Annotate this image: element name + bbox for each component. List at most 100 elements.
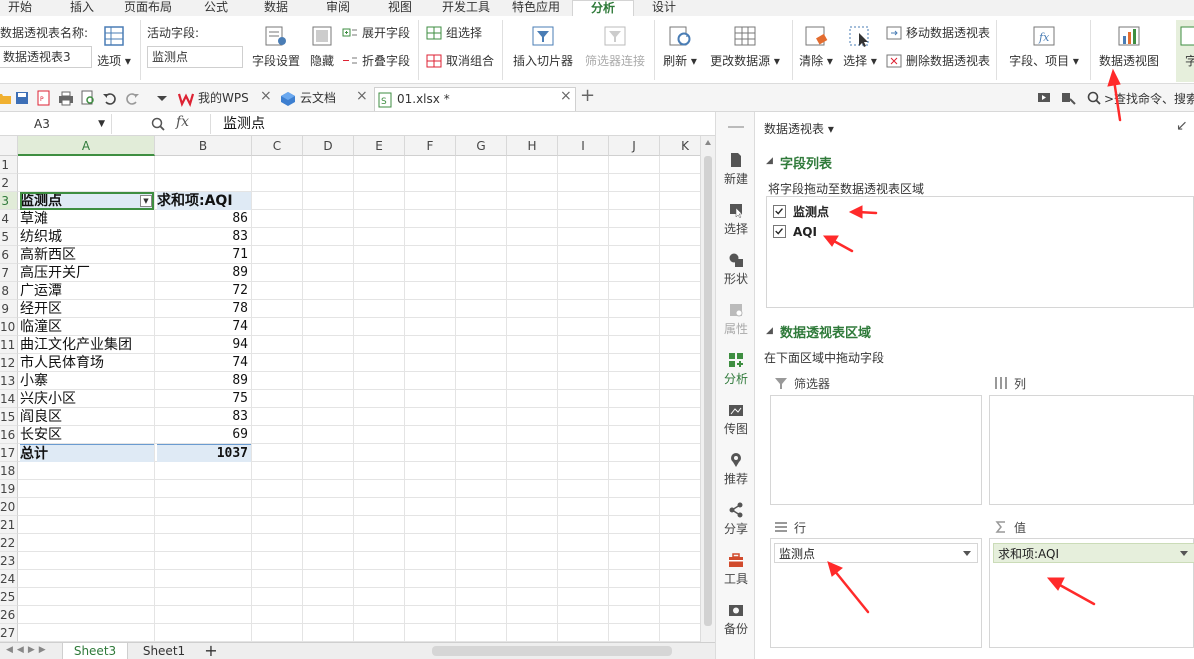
- sheet-tab-sheet1[interactable]: Sheet1: [132, 643, 196, 659]
- section-collapse-icon[interactable]: ◢: [766, 326, 773, 336]
- pivot-row-label[interactable]: 草滩: [20, 210, 154, 228]
- row-header[interactable]: 19: [0, 480, 18, 498]
- new-tab-icon[interactable]: +: [580, 85, 595, 106]
- dock-analyze[interactable]: 分析: [716, 352, 756, 387]
- refresh-button[interactable]: 刷新 ▾: [660, 24, 700, 80]
- pivot-value-cell[interactable]: 86: [157, 210, 251, 228]
- tab-special[interactable]: 特色应用: [506, 0, 566, 16]
- close-tab-icon[interactable]: ×: [260, 88, 272, 104]
- pivot-row-label[interactable]: 曲江文化产业集团: [20, 336, 154, 354]
- tab-insert[interactable]: 插入: [62, 0, 102, 16]
- move-pivot-button[interactable]: 移动数据透视表: [886, 24, 990, 42]
- pivot-row-label[interactable]: 临潼区: [20, 318, 154, 336]
- pivot-row-label[interactable]: 高压开关厂: [20, 264, 154, 282]
- row-header[interactable]: 10: [0, 318, 18, 336]
- dock-properties[interactable]: 属性: [716, 302, 756, 337]
- insert-function-button[interactable]: fx: [176, 114, 189, 130]
- chevron-down-icon[interactable]: [1180, 551, 1188, 556]
- column-header[interactable]: E: [354, 136, 405, 156]
- filter-drop-area[interactable]: [770, 395, 982, 505]
- row-drop-area[interactable]: 监测点: [770, 538, 982, 648]
- tab-data[interactable]: 数据: [256, 0, 296, 16]
- field-settings-button[interactable]: 字段设置: [250, 24, 302, 80]
- open-folder-icon[interactable]: [0, 90, 12, 106]
- pivot-row-label[interactable]: 长安区: [20, 426, 154, 444]
- column-header[interactable]: G: [456, 136, 507, 156]
- print-icon[interactable]: [58, 90, 74, 106]
- export-pdf-icon[interactable]: P: [36, 90, 52, 106]
- field-list-button[interactable]: 字: [1176, 20, 1194, 82]
- tab-page-layout[interactable]: 页面布局: [118, 0, 178, 16]
- scrollbar-thumb[interactable]: [704, 156, 712, 626]
- vertical-scrollbar[interactable]: [700, 136, 715, 642]
- field-item-aqi[interactable]: AQI: [773, 223, 817, 241]
- row-header[interactable]: 20: [0, 498, 18, 516]
- row-header[interactable]: 23: [0, 552, 18, 570]
- row-header[interactable]: 4: [0, 210, 18, 228]
- column-header[interactable]: J: [609, 136, 660, 156]
- row-header[interactable]: 5: [0, 228, 18, 246]
- row-header[interactable]: 12: [0, 354, 18, 372]
- dock-backup[interactable]: 备份: [716, 602, 756, 637]
- save-icon[interactable]: [14, 90, 30, 106]
- filter-dropdown-icon[interactable]: ▼: [140, 195, 152, 207]
- pivot-row-label-header[interactable]: 监测点 ▼: [20, 192, 154, 210]
- tab-developer[interactable]: 开发工具: [436, 0, 496, 16]
- tab-review[interactable]: 审阅: [318, 0, 358, 16]
- undo-icon[interactable]: [102, 90, 118, 106]
- section-collapse-icon[interactable]: ◢: [766, 156, 773, 166]
- pivot-value-cell[interactable]: 75: [157, 390, 251, 408]
- pivot-value-cell[interactable]: 78: [157, 300, 251, 318]
- column-header[interactable]: F: [405, 136, 456, 156]
- expand-field-button[interactable]: 展开字段: [342, 24, 410, 42]
- row-header[interactable]: 9: [0, 300, 18, 318]
- tab-design[interactable]: 设计: [642, 0, 686, 16]
- tab-cloud-doc[interactable]: 云文档: [278, 87, 368, 111]
- pivot-row-label[interactable]: 市人民体育场: [20, 354, 154, 372]
- select-button[interactable]: 选择 ▾: [840, 24, 880, 80]
- row-header[interactable]: 21: [0, 516, 18, 534]
- filter-connections-button[interactable]: 筛选器连接: [582, 24, 648, 80]
- pivot-row-label[interactable]: 高新西区: [20, 246, 154, 264]
- pivot-row-label[interactable]: 小寨: [20, 372, 154, 390]
- dock-share[interactable]: 分享: [716, 502, 756, 537]
- column-header[interactable]: K: [660, 136, 700, 156]
- sheet-tab-sheet3[interactable]: Sheet3: [62, 643, 128, 659]
- print-preview-icon[interactable]: [80, 90, 96, 106]
- pivot-grand-total-value[interactable]: 1037: [157, 444, 251, 462]
- close-tab-icon[interactable]: ×: [560, 88, 572, 104]
- value-field-chip[interactable]: 求和项:AQI: [993, 543, 1194, 563]
- clear-button[interactable]: 清除 ▾: [796, 24, 836, 80]
- row-header[interactable]: 15: [0, 408, 18, 426]
- formula-input[interactable]: 监测点: [210, 114, 710, 134]
- pivot-chart-button[interactable]: 数据透视图: [1096, 24, 1162, 80]
- column-header[interactable]: A: [18, 136, 155, 156]
- pane-collapse-icon[interactable]: ↙: [1176, 118, 1188, 134]
- pivot-row-label[interactable]: 兴庆小区: [20, 390, 154, 408]
- row-header[interactable]: 13: [0, 372, 18, 390]
- pivot-grand-total-label[interactable]: 总计: [20, 444, 154, 462]
- options-button[interactable]: 选项 ▾: [96, 24, 132, 80]
- add-sheet-button[interactable]: +: [200, 643, 222, 659]
- pivot-value-header[interactable]: 求和项:AQI: [157, 192, 251, 210]
- name-box[interactable]: A3 ▼: [0, 114, 112, 134]
- dock-upload-image[interactable]: 传图: [716, 402, 756, 437]
- pivot-row-label[interactable]: 纺织城: [20, 228, 154, 246]
- redo-icon[interactable]: [124, 90, 140, 106]
- pivot-value-cell[interactable]: 83: [157, 228, 251, 246]
- close-tab-icon[interactable]: ×: [356, 88, 368, 104]
- tools-icon[interactable]: [1060, 90, 1076, 106]
- row-header[interactable]: 2: [0, 174, 18, 192]
- row-header[interactable]: 1: [0, 156, 18, 174]
- column-header[interactable]: B: [155, 136, 252, 156]
- delete-pivot-button[interactable]: 删除数据透视表: [886, 52, 990, 70]
- horizontal-scrollbar[interactable]: [432, 646, 672, 656]
- tab-view[interactable]: 视图: [380, 0, 420, 16]
- pivot-value-cell[interactable]: 74: [157, 318, 251, 336]
- pivot-value-cell[interactable]: 89: [157, 264, 251, 282]
- dock-recommend[interactable]: 推荐: [716, 452, 756, 487]
- checkbox-aqi[interactable]: [773, 225, 786, 238]
- pivot-row-label[interactable]: 阎良区: [20, 408, 154, 426]
- dock-new[interactable]: 新建: [716, 152, 756, 187]
- pivot-value-cell[interactable]: 71: [157, 246, 251, 264]
